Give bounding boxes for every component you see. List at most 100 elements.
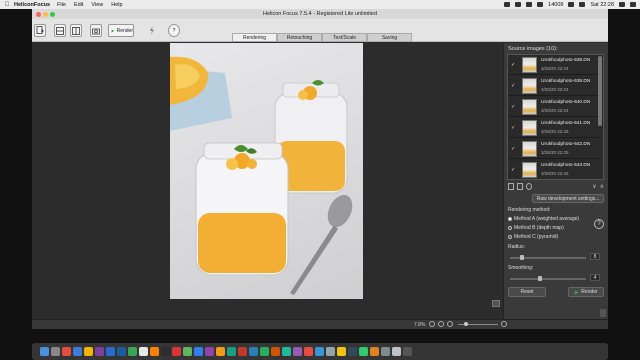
camera-button[interactable]: [90, 24, 102, 37]
help-icon[interactable]: ?: [594, 219, 604, 229]
menu-file[interactable]: File: [57, 2, 66, 8]
layout-vertical-button[interactable]: [70, 24, 82, 37]
app-icon[interactable]: [348, 347, 357, 356]
control-center-icon[interactable]: [630, 2, 636, 7]
magic-wand-button[interactable]: [147, 24, 157, 37]
zoom-window-icon[interactable]: [50, 12, 55, 17]
render-button[interactable]: Render: [568, 287, 604, 297]
checkbox[interactable]: ✓: [511, 125, 516, 131]
app-icon[interactable]: [271, 347, 280, 356]
app-icon[interactable]: [128, 347, 137, 356]
app-icon[interactable]: [62, 347, 71, 356]
radius-slider[interactable]: [510, 255, 586, 260]
slider-knob[interactable]: [520, 255, 524, 260]
fit-view-button[interactable]: [492, 300, 500, 307]
radius-value[interactable]: 8: [590, 253, 600, 260]
clock[interactable]: Sat 22:28: [590, 2, 614, 8]
app-icon[interactable]: [315, 347, 324, 356]
zoom-max-icon[interactable]: [501, 321, 507, 327]
app-icon[interactable]: [161, 347, 170, 356]
menu-view[interactable]: View: [91, 2, 103, 8]
menu-help[interactable]: Help: [111, 2, 122, 8]
tag-icon[interactable]: [526, 183, 532, 190]
app-icon[interactable]: [359, 347, 368, 356]
layout-horizontal-button[interactable]: [54, 24, 66, 37]
checkbox[interactable]: ✓: [511, 146, 516, 152]
app-icon[interactable]: [392, 347, 401, 356]
zoom-out-icon[interactable]: [429, 321, 435, 327]
method-b-radio[interactable]: Method B (depth map): [508, 225, 564, 231]
app-icon[interactable]: [205, 347, 214, 356]
image-viewer[interactable]: [32, 43, 503, 319]
app-icon[interactable]: [95, 347, 104, 356]
copy-file-icon[interactable]: [517, 183, 523, 190]
app-icon[interactable]: [150, 347, 159, 356]
app-icon[interactable]: [172, 347, 181, 356]
battery-readout[interactable]: 14009: [548, 2, 563, 8]
close-window-icon[interactable]: [36, 12, 41, 17]
smoothing-slider[interactable]: [510, 276, 586, 281]
checkbox[interactable]: ✓: [511, 167, 516, 173]
app-icon[interactable]: [216, 347, 225, 356]
app-icon[interactable]: [227, 347, 236, 356]
menu-extra-icon[interactable]: [537, 2, 544, 7]
method-c-radio[interactable]: Method C (pyramid): [508, 234, 558, 240]
method-a-radio[interactable]: Method A (weighted average): [508, 216, 579, 222]
app-icon[interactable]: [238, 347, 247, 356]
list-item[interactable]: ✓ Urokfoodphoto-642.DN 3/28/20 22:25: [508, 139, 599, 159]
finder-icon[interactable]: [40, 347, 49, 356]
app-icon[interactable]: [337, 347, 346, 356]
help-button[interactable]: ?: [168, 24, 180, 37]
list-scrollbar[interactable]: [598, 56, 602, 126]
list-item[interactable]: ✓ Urokfoodphoto-638.DN 3/28/20 22:24: [508, 55, 599, 75]
add-images-button[interactable]: [34, 24, 46, 37]
minimize-window-icon[interactable]: [43, 12, 48, 17]
list-item[interactable]: ✓ Urokfoodphoto-641.DN 3/28/20 22:25: [508, 118, 599, 138]
lightroom-icon[interactable]: [117, 347, 126, 356]
trash-icon[interactable]: [403, 347, 412, 356]
reset-button[interactable]: Reset: [508, 287, 546, 297]
new-file-icon[interactable]: [508, 183, 514, 190]
list-item[interactable]: ✓ Urokfoodphoto-639.DN 3/28/20 22:24: [508, 76, 599, 96]
apple-menu-icon[interactable]: : [0, 2, 14, 8]
source-images-list[interactable]: ✓ Urokfoodphoto-638.DN 3/28/20 22:24 ✓ U…: [507, 54, 604, 180]
app-icon[interactable]: [260, 347, 269, 356]
checkbox[interactable]: ✓: [511, 62, 516, 68]
chevron-down-icon[interactable]: ∨: [592, 183, 596, 190]
input-source-icon[interactable]: [579, 2, 586, 7]
app-icon[interactable]: [370, 347, 379, 356]
list-item[interactable]: ✓ Urokfoodphoto-640.DN 3/28/20 22:24: [508, 97, 599, 117]
app-menu[interactable]: HeliconFocus: [14, 2, 50, 8]
app-icon[interactable]: [73, 347, 82, 356]
launchpad-icon[interactable]: [51, 347, 60, 356]
tab-rendering[interactable]: Rendering: [232, 33, 277, 42]
menu-extra-icon[interactable]: [504, 2, 511, 7]
app-icon[interactable]: [139, 347, 148, 356]
tab-retouching[interactable]: Retouching: [277, 33, 322, 42]
list-item[interactable]: ✓ Urokfoodphoto-643.DN 3/28/20 22:25: [508, 160, 599, 179]
panel-scroll-down-icon[interactable]: [600, 309, 606, 317]
toolbar-render-button[interactable]: Render: [108, 24, 134, 37]
app-icon[interactable]: [293, 347, 302, 356]
zoom-fit-icon[interactable]: [438, 321, 444, 327]
tab-text-scale[interactable]: Text/Scale: [322, 33, 367, 42]
menu-extra-icon[interactable]: [515, 2, 522, 7]
zoom-in-icon[interactable]: [447, 321, 453, 327]
app-icon[interactable]: [84, 347, 93, 356]
search-icon[interactable]: [619, 2, 625, 7]
chevron-up-icon[interactable]: ∧: [600, 183, 604, 190]
app-icon[interactable]: [381, 347, 390, 356]
app-icon[interactable]: [326, 347, 335, 356]
smoothing-value[interactable]: 4: [590, 274, 600, 281]
app-icon[interactable]: [249, 347, 258, 356]
app-icon[interactable]: [304, 347, 313, 356]
app-icon[interactable]: [282, 347, 291, 356]
checkbox[interactable]: ✓: [511, 83, 516, 89]
raw-development-settings-button[interactable]: Raw development settings...: [532, 194, 604, 203]
wifi-icon[interactable]: [568, 2, 575, 7]
zoom-slider-knob[interactable]: [464, 322, 468, 326]
app-icon[interactable]: [183, 347, 192, 356]
slider-knob[interactable]: [538, 276, 542, 281]
checkbox[interactable]: ✓: [511, 104, 516, 110]
photoshop-icon[interactable]: [106, 347, 115, 356]
